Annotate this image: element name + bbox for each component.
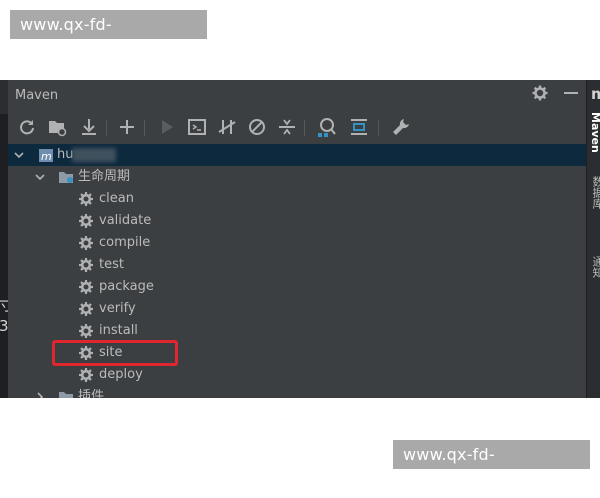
chevron-down-icon[interactable] [13, 149, 25, 161]
phase-row-clean[interactable]: clean [8, 188, 586, 210]
skip-tests-icon[interactable] [246, 116, 268, 138]
phase-row-test[interactable]: test [8, 254, 586, 276]
phase-gear-icon [79, 236, 93, 250]
phase-label: clean [99, 191, 134, 206]
toolbar-separator [304, 120, 305, 136]
phase-gear-icon [79, 302, 93, 316]
phase-gear-icon [79, 258, 93, 272]
maven-project-icon: m [39, 149, 53, 163]
lifecycle-label: 生命周期 [78, 169, 131, 184]
phase-label: test [99, 257, 124, 272]
download-icon[interactable] [78, 116, 100, 138]
phase-row-deploy[interactable]: deploy [8, 364, 586, 386]
phase-row-install[interactable]: install [8, 320, 586, 342]
add-icon[interactable] [116, 116, 138, 138]
minimize-icon[interactable] [564, 85, 578, 106]
generate-sources-icon[interactable] [46, 116, 68, 138]
chevron-right-icon[interactable] [34, 391, 46, 398]
tab-database[interactable]: 数据库 [589, 176, 600, 209]
watermark-top: www.qx-fd-kaiyun.com [10, 10, 207, 63]
phase-label: verify [99, 301, 136, 316]
phase-gear-icon [79, 214, 93, 228]
reload-icon[interactable] [16, 116, 38, 138]
toolbar-separator [144, 120, 145, 136]
run-icon[interactable] [156, 116, 178, 138]
tool-window-title-bar: Maven [8, 80, 586, 112]
phase-row-compile[interactable]: compile [8, 232, 586, 254]
phase-gear-icon [79, 192, 93, 206]
editor-gutter: 寸 3 [0, 114, 14, 398]
gear-icon[interactable] [532, 85, 548, 106]
tab-maven[interactable]: Maven [589, 112, 600, 153]
phase-label: validate [99, 213, 152, 228]
phase-label: deploy [99, 367, 143, 382]
svg-text:m: m [41, 150, 52, 163]
phase-gear-icon [79, 368, 93, 382]
phase-label: package [99, 279, 154, 294]
plugins-folder-icon [59, 392, 73, 398]
phase-row-verify[interactable]: verify [8, 298, 586, 320]
phase-label: compile [99, 235, 151, 250]
phase-row-validate[interactable]: validate [8, 210, 586, 232]
maven-toolbar [8, 114, 586, 142]
right-tool-strip: m Maven 数据库 通知 [586, 80, 600, 398]
collapse-all-icon[interactable] [276, 116, 298, 138]
toolbar-separator [106, 120, 107, 136]
redacted-project-name [72, 148, 116, 162]
lifecycle-row[interactable]: 生命周期 [8, 166, 586, 188]
show-diagram-icon[interactable] [348, 116, 370, 138]
project-row[interactable]: m hu [8, 144, 586, 166]
panel-title: Maven [15, 88, 59, 103]
phase-gear-icon [79, 280, 93, 294]
settings-wrench-icon[interactable] [390, 116, 412, 138]
phase-row-package[interactable]: package [8, 276, 586, 298]
highlight-package-annotation [52, 340, 178, 366]
tab-notifications[interactable]: 通知 [589, 256, 600, 278]
plugins-row[interactable]: 插件 [8, 386, 586, 398]
watermark-bottom: www.qx-fd-kaiyun.com [393, 440, 590, 493]
analyze-dependencies-icon[interactable] [316, 116, 338, 138]
lifecycle-folder-icon [59, 172, 73, 183]
toolbar-separator [378, 120, 379, 136]
plugins-label: 插件 [78, 389, 105, 398]
maven-tool-window: Maven m hu 生命周期 clean validate compile t… [8, 80, 586, 398]
strip-header: m [591, 85, 600, 103]
phase-gear-icon [79, 324, 93, 338]
ide-window: 寸 3 Maven m hu 生命周期 clean validate compi… [0, 80, 600, 398]
project-name: hu [57, 147, 74, 162]
chevron-down-icon[interactable] [34, 171, 46, 183]
phase-label: install [99, 323, 138, 338]
toggle-offline-icon[interactable] [216, 116, 238, 138]
execute-goal-icon[interactable] [186, 116, 208, 138]
